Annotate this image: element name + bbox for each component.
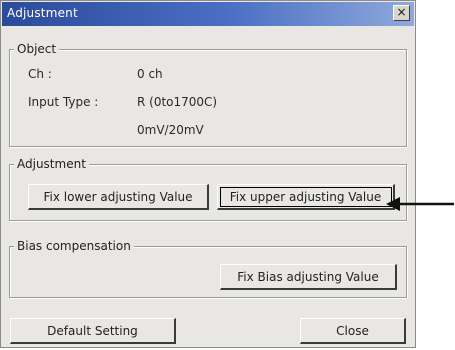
object-group: Object Ch : 0 ch Input Type : R (0to1700… xyxy=(9,42,407,147)
ch-label: Ch : xyxy=(28,67,52,81)
close-icon[interactable]: × xyxy=(393,5,410,21)
ch-value: 0 ch xyxy=(137,67,163,81)
adjustment-group: Adjustment Fix lower adjusting Value Fix… xyxy=(9,157,407,221)
arrow-pointer xyxy=(386,197,454,211)
fix-bias-button[interactable]: Fix Bias adjusting Value xyxy=(220,264,397,290)
window-title: Adjustment xyxy=(7,6,78,20)
fix-upper-button[interactable]: Fix upper adjusting Value xyxy=(217,184,395,210)
close-button[interactable]: Close xyxy=(300,318,406,344)
input-type-label: Input Type : xyxy=(28,95,99,109)
object-group-label: Object xyxy=(14,42,60,56)
bias-group-label: Bias compensation xyxy=(14,239,134,253)
adjustment-group-label: Adjustment xyxy=(14,157,89,171)
fix-lower-button[interactable]: Fix lower adjusting Value xyxy=(28,184,209,210)
adjustment-dialog: Adjustment × Object Ch : 0 ch Input Type… xyxy=(0,0,416,348)
input-type-value: R (0to1700C) xyxy=(137,95,218,109)
bias-group: Bias compensation Fix Bias adjusting Val… xyxy=(9,239,407,298)
default-setting-button[interactable]: Default Setting xyxy=(10,318,176,344)
range-value: 0mV/20mV xyxy=(137,123,204,137)
title-bar[interactable]: Adjustment × xyxy=(2,2,414,26)
